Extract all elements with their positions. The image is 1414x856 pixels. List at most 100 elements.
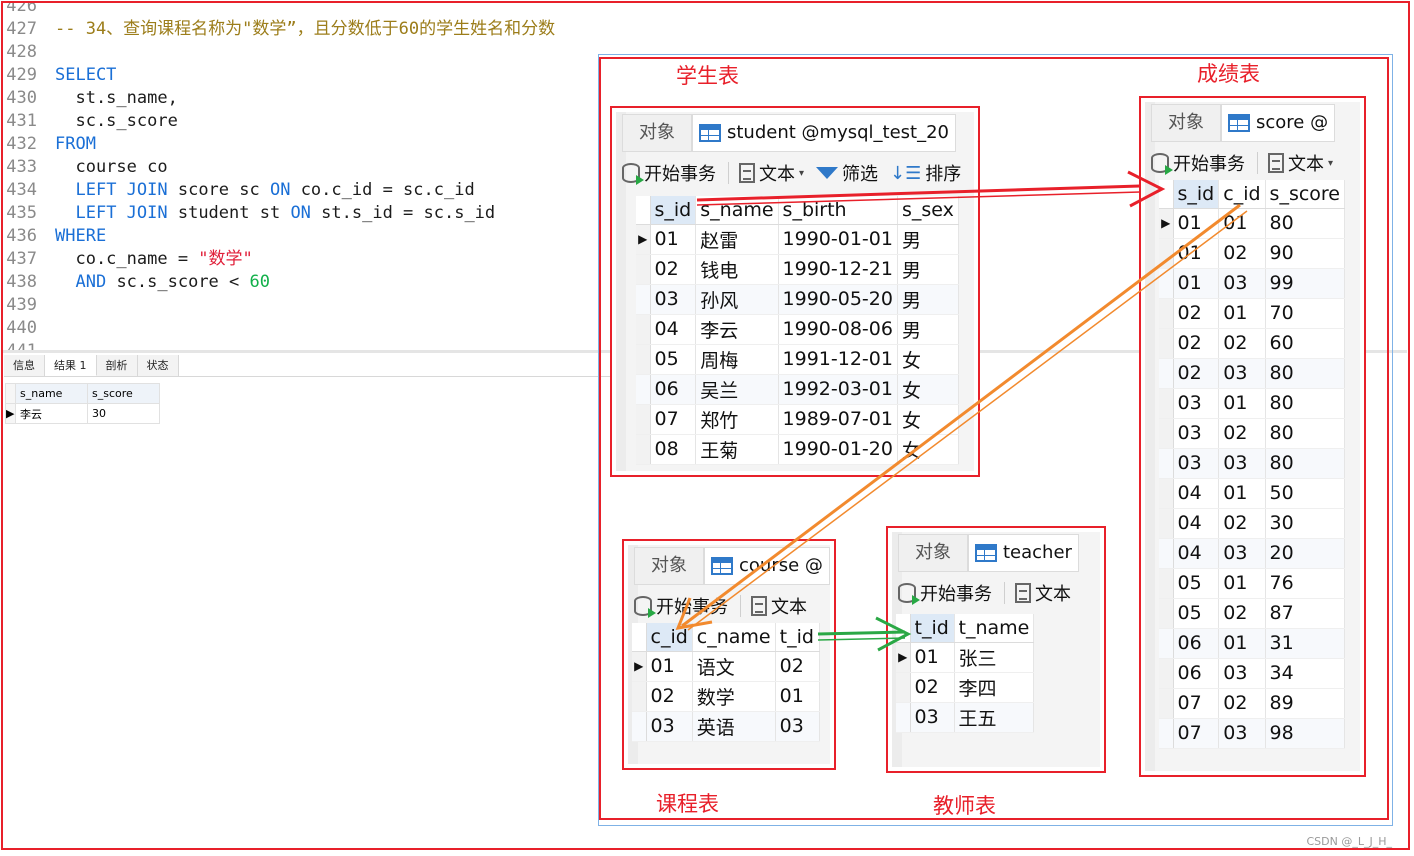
cell[interactable]: 02 (1218, 688, 1266, 719)
objects-tab[interactable]: 对象 (1151, 104, 1221, 142)
table-row[interactable]: 03 英语 03 (632, 711, 820, 742)
cell[interactable]: 01 (646, 651, 693, 682)
code-line[interactable]: 440 (3, 317, 55, 340)
table-row[interactable]: 02 03 80 (1159, 358, 1346, 389)
table-row[interactable]: 03 01 80 (1159, 388, 1346, 419)
cell[interactable]: 1990-05-20 (778, 284, 898, 315)
table-row[interactable]: ▶ 01 张三 (896, 642, 1035, 673)
code-line[interactable]: 430 st.s_name, (3, 87, 178, 110)
table-row[interactable]: 02 钱电 1990-12-21 男 (636, 254, 959, 285)
cell[interactable]: 04 (650, 314, 697, 345)
column-header-s-name[interactable]: s_name (695, 196, 779, 225)
text-button[interactable]: 文本 ▾ (1268, 150, 1341, 176)
cell[interactable]: 1990-12-21 (778, 254, 898, 285)
begin-transaction-button[interactable]: 开始事务 (1151, 150, 1253, 176)
cell[interactable]: 英语 (692, 711, 776, 742)
code-line[interactable]: 438 AND sc.s_score < 60 (3, 271, 270, 294)
tab-result-1[interactable]: 结果 1 (45, 355, 97, 376)
table-row[interactable]: 03 王五 (896, 702, 1035, 733)
cell[interactable]: 02 (1218, 328, 1266, 359)
begin-transaction-button[interactable]: 开始事务 (898, 580, 1000, 606)
table-row[interactable]: 01 03 99 (1159, 268, 1346, 299)
cell[interactable]: 80 (1265, 418, 1346, 449)
cell[interactable]: 李云 (695, 314, 779, 345)
cell[interactable]: 06 (1173, 628, 1220, 659)
cell[interactable]: 郑竹 (695, 404, 779, 435)
table-row[interactable]: 03 03 80 (1159, 448, 1346, 479)
cell[interactable]: 01 (775, 681, 820, 712)
table-row[interactable]: 02 数学 01 (632, 681, 820, 712)
cell[interactable]: 女 (897, 434, 959, 465)
cell[interactable]: 05 (1173, 598, 1220, 629)
text-button[interactable]: 文本 (751, 593, 815, 619)
column-header-s-birth[interactable]: s_birth (778, 196, 898, 225)
cell[interactable]: 女 (897, 344, 959, 375)
cell[interactable]: 50 (1265, 478, 1346, 509)
cell[interactable]: 03 (1173, 388, 1220, 419)
cell[interactable]: 03 (1218, 658, 1266, 689)
cell[interactable]: 30 (87, 403, 160, 424)
cell[interactable]: 1990-08-06 (778, 314, 898, 345)
code-line[interactable]: 433 course co (3, 156, 167, 179)
cell[interactable]: 张三 (954, 642, 1035, 673)
code-line[interactable]: 441 (3, 340, 55, 350)
cell[interactable]: 02 (1218, 598, 1266, 629)
column-header-s-id[interactable]: s_id (650, 196, 697, 225)
cell[interactable]: 赵雷 (695, 224, 779, 255)
code-line[interactable]: 428 (3, 41, 55, 64)
cell[interactable]: 王五 (954, 702, 1035, 733)
table-row[interactable]: 01 02 90 (1159, 238, 1346, 269)
cell[interactable]: 01 (1173, 268, 1220, 299)
cell[interactable]: 70 (1265, 298, 1346, 329)
code-line[interactable]: 437 co.c_name = "数学" (3, 248, 253, 271)
cell[interactable]: 02 (1218, 418, 1266, 449)
cell[interactable]: 03 (1218, 718, 1266, 749)
cell[interactable]: 01 (1218, 298, 1266, 329)
column-header-s-id[interactable]: s_id (1173, 180, 1220, 209)
course-table-tab[interactable]: course @ (704, 547, 830, 585)
table-row[interactable]: 05 周梅 1991-12-01 女 (636, 344, 959, 375)
cell[interactable]: 99 (1265, 268, 1346, 299)
cell[interactable]: 03 (1218, 268, 1266, 299)
cell[interactable]: 20 (1265, 538, 1346, 569)
cell[interactable]: 03 (1218, 538, 1266, 569)
cell[interactable]: 1991-12-01 (778, 344, 898, 375)
objects-tab[interactable]: 对象 (634, 547, 704, 585)
cell[interactable]: 02 (650, 254, 697, 285)
text-button[interactable]: 文本 ▾ (739, 160, 812, 186)
cell[interactable]: 01 (1218, 568, 1266, 599)
table-row[interactable]: 06 01 31 (1159, 628, 1346, 659)
table-row[interactable]: 04 03 20 (1159, 538, 1346, 569)
cell[interactable]: 76 (1265, 568, 1346, 599)
student-table-tab[interactable]: student @mysql_test_20 (692, 114, 956, 152)
cell[interactable]: 89 (1265, 688, 1346, 719)
cell[interactable]: 02 (775, 651, 820, 682)
sort-button[interactable]: ↓☰ 排序 (890, 160, 969, 186)
table-row[interactable]: 04 李云 1990-08-06 男 (636, 314, 959, 345)
code-line[interactable]: 435 LEFT JOIN student st ON st.s_id = sc… (3, 202, 495, 225)
filter-button[interactable]: 筛选 (816, 160, 886, 186)
table-row[interactable]: 02 01 70 (1159, 298, 1346, 329)
cell[interactable]: 06 (1173, 658, 1220, 689)
code-line[interactable]: 427 -- 34、查询课程名称为"数学”，且分数低于60的学生姓名和分数 (3, 18, 555, 41)
cell[interactable]: 01 (1218, 388, 1266, 419)
column-header-t-id[interactable]: t_id (910, 614, 955, 643)
cell[interactable]: 01 (1218, 628, 1266, 659)
code-line[interactable]: 429 SELECT (3, 64, 116, 87)
cell[interactable]: 语文 (692, 651, 776, 682)
cell[interactable]: 男 (897, 254, 959, 285)
cell[interactable]: 李云 (15, 403, 88, 424)
cell[interactable]: 02 (1218, 238, 1266, 269)
cell[interactable]: 05 (1173, 568, 1220, 599)
cell[interactable]: 03 (650, 284, 697, 315)
table-row[interactable]: ▶ 01 语文 02 (632, 651, 820, 682)
begin-transaction-button[interactable]: 开始事务 (622, 160, 724, 186)
cell[interactable]: 03 (1173, 448, 1220, 479)
cell[interactable]: 男 (897, 314, 959, 345)
code-line[interactable]: 426 (3, 3, 55, 18)
cell[interactable]: 01 (1173, 238, 1220, 269)
tab-info[interactable]: 信息 (4, 355, 45, 376)
cell[interactable]: 80 (1265, 388, 1346, 419)
cell[interactable]: 04 (1173, 538, 1220, 569)
score-table-tab[interactable]: score @ (1221, 104, 1336, 142)
